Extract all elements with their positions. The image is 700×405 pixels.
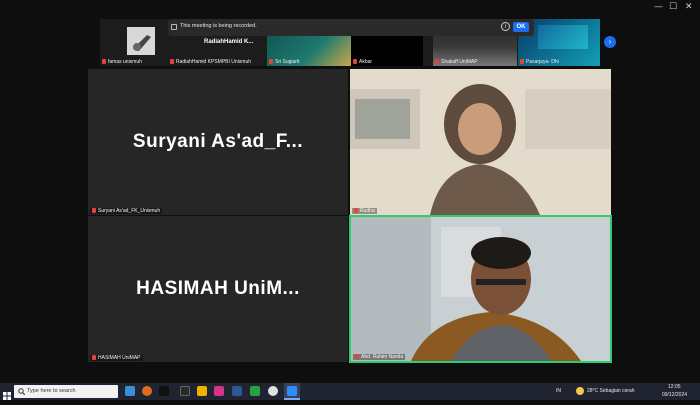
tile-rudha[interactable]: Rudha [350,69,611,215]
tile-name-label: Suryani As'ad_FK_Unismuh [90,208,163,214]
taskbar-search-input[interactable]: Type here to search [14,385,118,398]
weather-text[interactable]: 28°C Sebagian cerah [587,388,635,394]
zoom-taskbar-item[interactable] [284,383,300,400]
muted-mic-icon [355,354,359,360]
participant-big-name: Suryani As'ad_F... [132,131,304,152]
language-indicator[interactable]: IN [556,388,561,394]
clock-time[interactable]: 12:05 [668,384,681,390]
clock-date[interactable]: 09/12/2024 [662,392,687,398]
search-placeholder: Type here to search [27,388,76,394]
muted-mic-icon [269,59,273,65]
thumbnail-1[interactable]: famas unismuh [100,19,166,66]
thumbnail-name: Sri Sugiarti [269,59,299,65]
thumbnail-name: Pasarjaya- Dhi [520,59,559,65]
tiktok-icon[interactable] [159,386,169,396]
thumbnail-name: RadiahHamid KPSMPBI Unismuh [170,59,251,65]
edge-icon[interactable] [125,386,135,396]
muted-mic-icon [353,59,357,65]
thumbnail-display-name: RadiahHamid K... [204,39,254,45]
video-feed [350,69,611,215]
muted-mic-icon [92,208,96,214]
instagram-icon[interactable] [214,386,224,396]
task-view-icon[interactable] [180,386,190,396]
muted-mic-icon [354,208,358,214]
muted-mic-icon [435,59,439,65]
info-icon[interactable]: i [501,22,510,31]
shared-content [538,25,588,49]
thumbnail-name: Shakaff UniMAP [435,59,478,65]
close-button[interactable]: ✕ [685,2,693,12]
avatar [127,27,155,55]
tile-suryani[interactable]: Suryani As'ad_F... Suryani As'ad_FK_Unis… [88,69,348,215]
recording-icon [171,24,177,30]
windows-start-icon[interactable] [3,387,11,400]
tile-hasimah[interactable]: HASIMAH UniM... HASIMAH UniMAP [88,216,348,362]
file-explorer-icon[interactable] [197,386,207,396]
whatsapp-icon[interactable] [250,386,260,396]
next-page-button[interactable]: › [604,36,616,48]
maximize-button[interactable]: ☐ [669,2,677,12]
tile-name-label: Abd. Rahim Nanda [353,354,406,360]
ok-button[interactable]: OK [513,22,529,32]
chrome-icon[interactable] [268,386,278,396]
muted-mic-icon [170,59,174,65]
taskbar: Type here to search IN 28°C Sebagian cer… [0,383,700,400]
zoom-icon [287,386,297,396]
muted-mic-icon [520,59,524,65]
muted-mic-icon [102,59,106,65]
participant-big-name: HASIMAH UniM... [136,278,300,299]
video-feed [351,217,610,361]
weather-icon [576,387,584,395]
tile-name-label: Rudha [352,208,377,214]
thumbnail-name: Akbar [353,59,372,65]
tile-abd-rahim[interactable]: Abd. Rahim Nanda [349,215,612,363]
tile-name-label: HASIMAH UniMAP [90,355,143,361]
firefox-icon[interactable] [142,386,152,396]
minimize-button[interactable]: — [654,2,663,12]
muted-mic-icon [92,355,96,361]
recording-banner: This meeting is being recorded. i OK [168,19,534,36]
word-icon[interactable] [232,386,242,396]
search-icon [18,388,25,395]
thumbnail-name: famas unismuh [102,59,142,65]
recording-text: This meeting is being recorded. [180,23,257,29]
